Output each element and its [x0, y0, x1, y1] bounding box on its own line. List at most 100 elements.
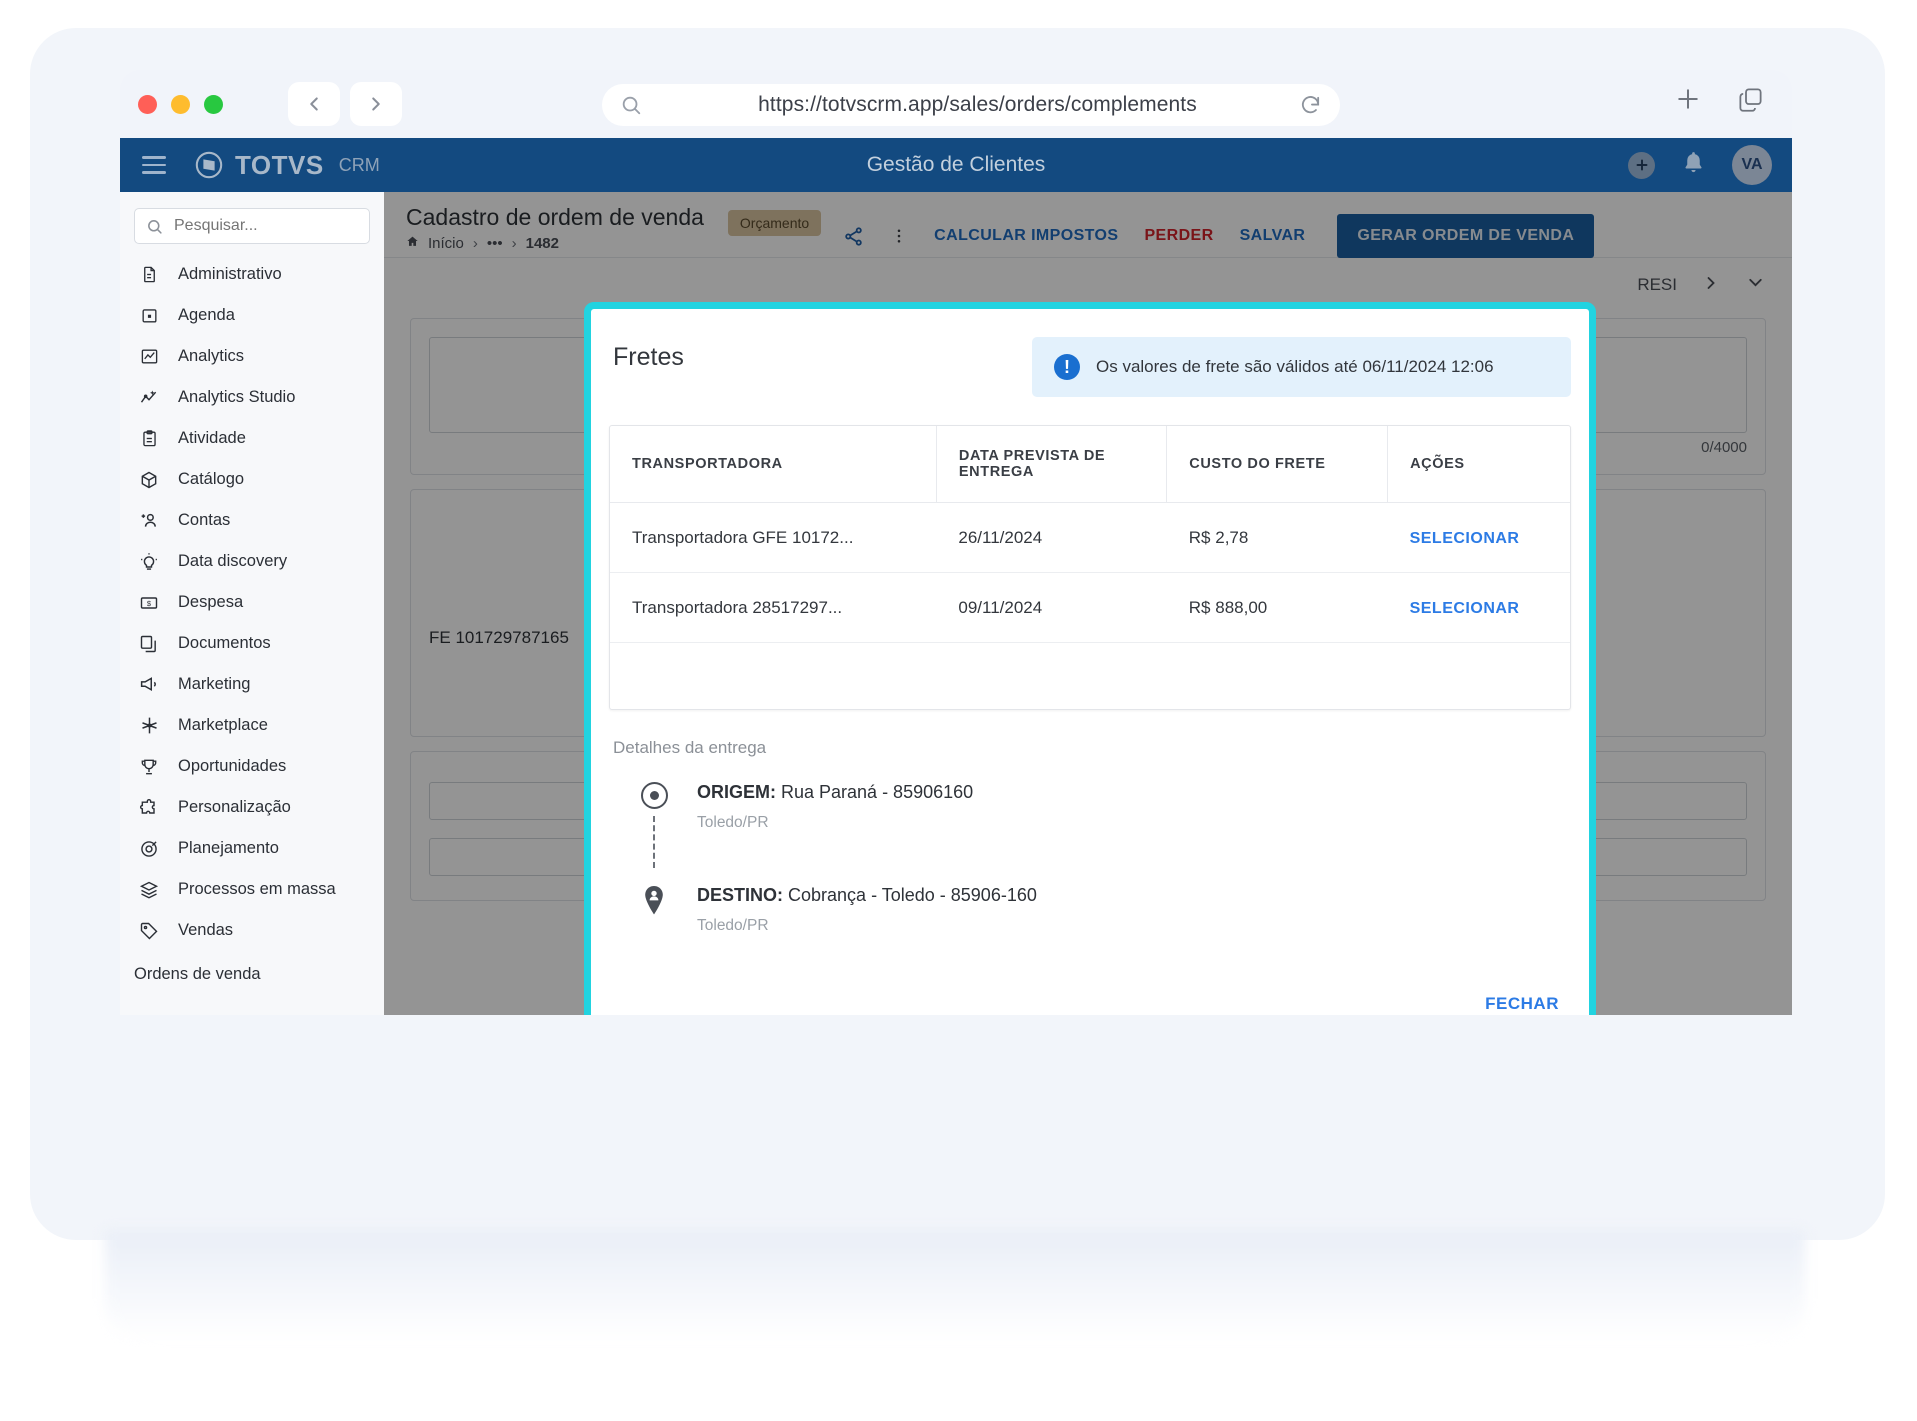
sidebar-item-oportunidades[interactable]: Oportunidades [120, 746, 384, 787]
sidebar-item-label: Analytics [178, 347, 245, 365]
origin-dot-icon [640, 781, 668, 809]
search-icon [620, 94, 642, 116]
selecionar-button[interactable]: SELECIONAR [1410, 530, 1520, 547]
sidebar-search[interactable] [134, 208, 370, 244]
info-banner: ! Os valores de frete são válidos até 06… [1032, 337, 1571, 397]
sidebar-item-documentos[interactable]: Documentos [120, 623, 384, 664]
money-icon: $ [138, 592, 160, 614]
sidebar-item-catalogo[interactable]: Catálogo [120, 459, 384, 500]
sidebar-item-label: Contas [178, 511, 231, 529]
copy-tabs-icon[interactable] [1737, 86, 1764, 118]
table-empty-row [610, 643, 1570, 709]
sidebar-item-despesa[interactable]: $ Despesa [120, 582, 384, 623]
trophy-icon [138, 756, 160, 778]
route-destination: DESTINO: Cobrança - Toledo - 85906-160 T… [637, 885, 1589, 935]
brand-name: TOTVS [235, 149, 324, 180]
fechar-button[interactable]: FECHAR [1485, 994, 1559, 1014]
table-row[interactable]: Transportadora 28517297... 09/11/2024 R$… [610, 572, 1570, 643]
sidebar-item-label: Planejamento [178, 839, 279, 857]
origin-line: ORIGEM: Rua Paraná - 85906160 [697, 782, 973, 803]
sidebar-item-label: Marketplace [178, 716, 268, 734]
sidebar-item-administrativo[interactable]: Administrativo [120, 254, 384, 295]
documents-icon [138, 633, 160, 655]
destination-label: DESTINO: [697, 884, 784, 905]
new-tab-icon[interactable] [1673, 84, 1703, 119]
address-bar[interactable]: https://totvscrm.app/sales/orders/comple… [602, 84, 1340, 126]
sidebar-item-label: Documentos [178, 634, 271, 652]
add-user-icon [138, 510, 160, 532]
hamburger-icon[interactable] [142, 156, 166, 174]
totvs-logo-icon [194, 150, 224, 180]
origin-label: ORIGEM: [697, 781, 776, 802]
sidebar-item-atividade[interactable]: Atividade [120, 418, 384, 459]
back-button[interactable] [288, 82, 340, 126]
route-origin: ORIGEM: Rua Paraná - 85906160 Toledo/PR [637, 781, 1589, 875]
sidebar-item-agenda[interactable]: Agenda [120, 295, 384, 336]
sidebar-item-label: Marketing [178, 675, 251, 693]
analytics-studio-icon [138, 387, 160, 409]
sidebar-item-contas[interactable]: Contas [120, 500, 384, 541]
marketplace-icon [138, 715, 160, 737]
cell-acoes[interactable]: SELECIONAR [1387, 502, 1570, 573]
maximize-window-dot[interactable] [204, 94, 223, 114]
url-text: https://totvscrm.app/sales/orders/comple… [758, 93, 1197, 116]
cell-data: 26/11/2024 [936, 502, 1167, 573]
cell-custo: R$ 888,00 [1166, 572, 1388, 643]
plus-circle-icon[interactable] [1628, 151, 1655, 179]
modal-header: Fretes ! Os valores de frete são válidos… [591, 309, 1589, 409]
exclamation-circle-icon: ! [1054, 354, 1080, 380]
app-body: Administrativo Agenda Analytics Analytic… [120, 192, 1792, 1015]
fretes-table-container: TRANSPORTADORA DATA PREVISTA DE ENTREGA … [609, 425, 1571, 710]
cell-acoes[interactable]: SELECIONAR [1387, 572, 1570, 643]
sidebar-item-analytics[interactable]: Analytics [120, 336, 384, 377]
avatar[interactable]: VA [1732, 145, 1772, 185]
app-topbar: TOTVS CRM Gestão de Clientes VA [120, 138, 1792, 192]
map-pin-icon [641, 885, 667, 919]
minimize-window-dot[interactable] [171, 94, 190, 114]
table-header-row: TRANSPORTADORA DATA PREVISTA DE ENTREGA … [610, 426, 1570, 503]
sidebar-item-personalizacao[interactable]: Personalização [120, 787, 384, 828]
browser-chrome: https://totvscrm.app/sales/orders/comple… [120, 70, 1792, 138]
sidebar-item-processos-em-massa[interactable]: Processos em massa [120, 869, 384, 910]
decorative-glow [105, 1230, 1805, 1360]
table-row[interactable]: Transportadora GFE 10172... 26/11/2024 R… [610, 502, 1570, 573]
puzzle-icon [138, 797, 160, 819]
column-header-acoes: AÇÕES [1387, 426, 1570, 503]
sidebar-item-vendas[interactable]: Vendas [120, 910, 384, 951]
column-header-custo: CUSTO DO FRETE [1166, 426, 1389, 503]
search-icon [146, 218, 163, 235]
sidebar-subitem-ordens-de-venda[interactable]: Ordens de venda [120, 951, 384, 984]
calendar-icon [138, 305, 160, 327]
cell-custo: R$ 2,78 [1166, 502, 1388, 573]
brand-logo-group: TOTVS CRM [194, 150, 380, 181]
sidebar-item-marketing[interactable]: Marketing [120, 664, 384, 705]
sidebar-item-analytics-studio[interactable]: Analytics Studio [120, 377, 384, 418]
sidebar-item-label: Processos em massa [178, 880, 336, 898]
sidebar-item-label: Vendas [178, 921, 234, 939]
route-origin-icons [637, 781, 671, 875]
sidebar-item-marketplace[interactable]: Marketplace [120, 705, 384, 746]
browser-window: https://totvscrm.app/sales/orders/comple… [120, 70, 1792, 1015]
route-details: ORIGEM: Rua Paraná - 85906160 Toledo/PR [637, 781, 1589, 935]
lightbulb-icon [138, 551, 160, 573]
modal-footer: FECHAR [591, 994, 1589, 1015]
selecionar-button[interactable]: SELECIONAR [1410, 600, 1520, 617]
bell-icon[interactable] [1681, 150, 1706, 180]
sidebar-item-label: Agenda [178, 306, 235, 324]
sidebar-item-data-discovery[interactable]: Data discovery [120, 541, 384, 582]
forward-button[interactable] [350, 82, 402, 126]
navigation-buttons[interactable] [288, 82, 402, 126]
sidebar-item-label: Atividade [178, 429, 246, 447]
search-input[interactable] [174, 217, 358, 235]
tag-icon [138, 920, 160, 942]
sidebar-item-planejamento[interactable]: Planejamento [120, 828, 384, 869]
reload-icon[interactable] [1299, 94, 1322, 117]
sidebar-item-label: Catálogo [178, 470, 245, 488]
chrome-right-actions[interactable] [1673, 84, 1764, 119]
sidebar-item-label: Oportunidades [178, 757, 287, 775]
info-banner-text: Os valores de frete são válidos até 06/1… [1096, 357, 1494, 376]
fretes-modal: Fretes ! Os valores de frete são válidos… [584, 302, 1596, 1015]
window-controls[interactable] [138, 94, 223, 114]
topbar-actions[interactable]: VA [1628, 145, 1772, 185]
close-window-dot[interactable] [138, 94, 157, 114]
